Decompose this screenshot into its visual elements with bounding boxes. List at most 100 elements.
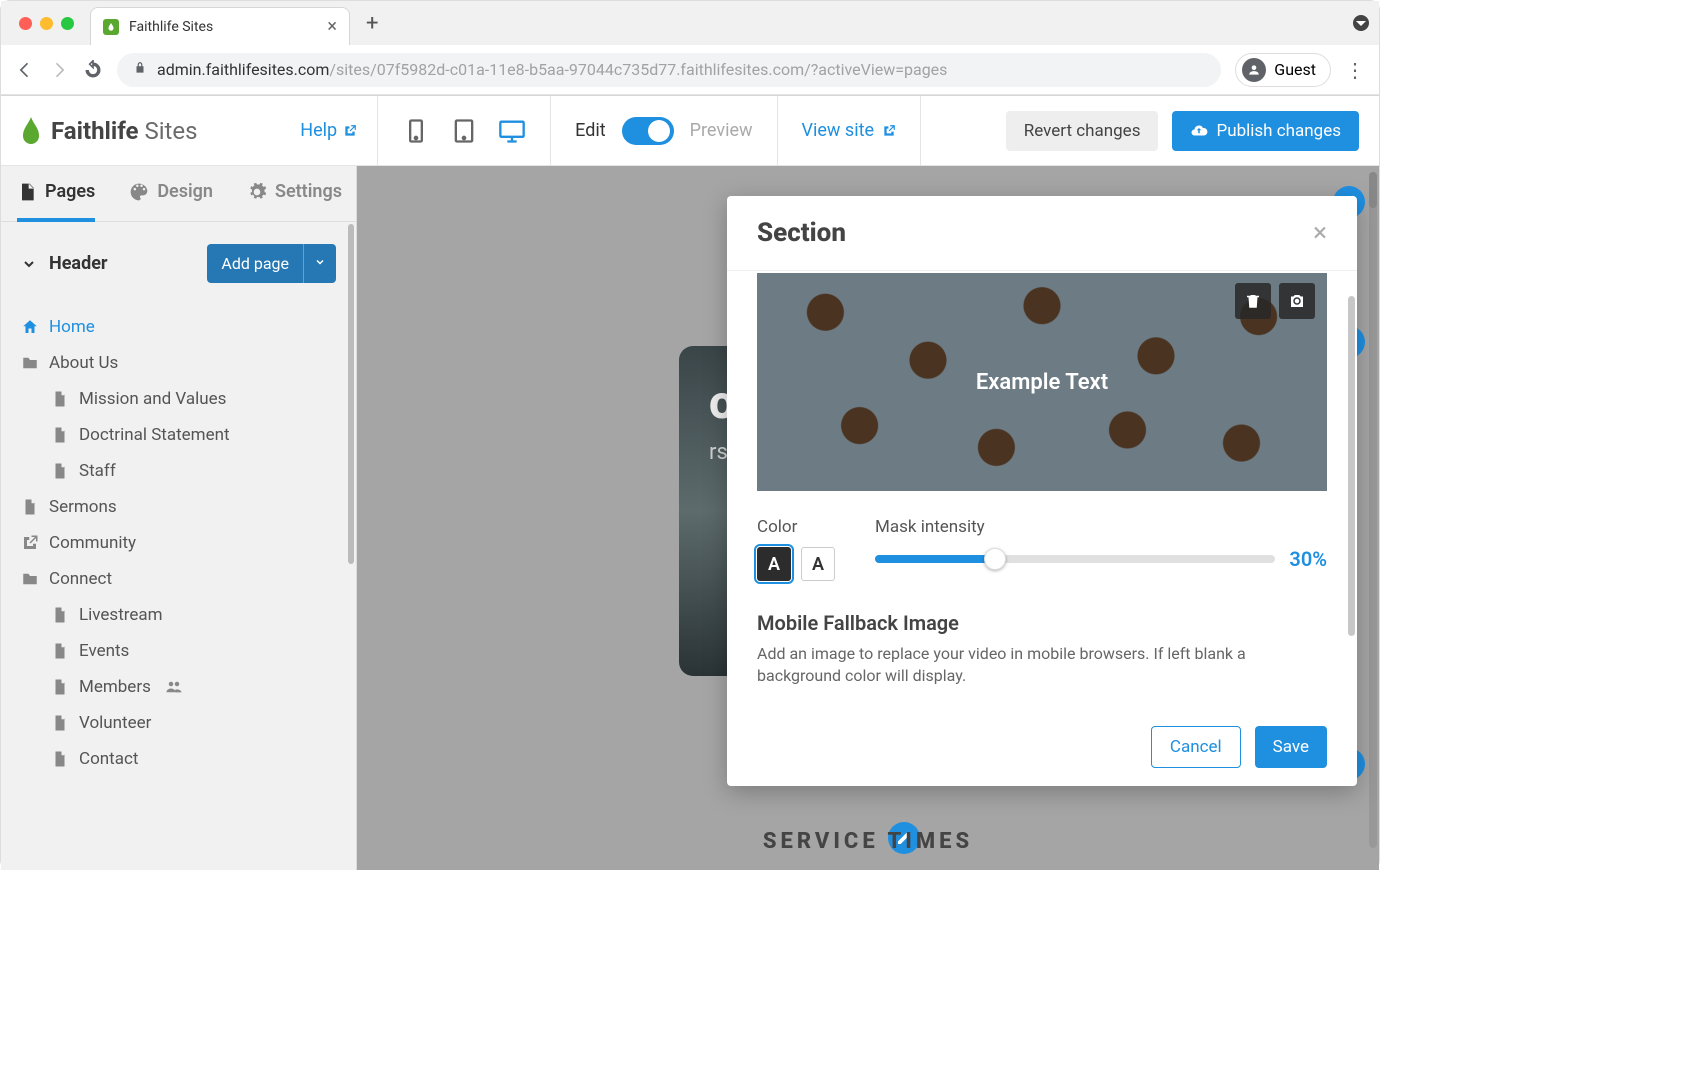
- page-tree-item[interactable]: Staff: [1, 453, 356, 489]
- avatar-icon: [1242, 58, 1266, 82]
- page-tree-label: Connect: [49, 569, 112, 589]
- mask-intensity-control: Mask intensity 30%: [875, 517, 1327, 581]
- preview-mode-label: Preview: [690, 120, 753, 141]
- page-tree-item[interactable]: Contact: [1, 741, 356, 777]
- change-image-button[interactable]: [1279, 283, 1315, 319]
- slider-thumb[interactable]: [984, 548, 1006, 570]
- fallback-title: Mobile Fallback Image: [757, 611, 1327, 635]
- cloud-upload-icon: [1190, 122, 1208, 140]
- canvas-scrollbar[interactable]: [1369, 172, 1377, 848]
- page-tree-label: Members: [79, 677, 151, 697]
- cancel-button[interactable]: Cancel: [1151, 726, 1241, 768]
- page-tree-label: Volunteer: [79, 713, 151, 733]
- file-icon: [51, 678, 69, 696]
- modal-close-button[interactable]: ×: [1313, 218, 1327, 248]
- save-button[interactable]: Save: [1255, 726, 1327, 768]
- browser-menu-button[interactable]: ⋮: [1345, 58, 1365, 82]
- file-icon: [51, 390, 69, 408]
- back-button[interactable]: [15, 60, 35, 80]
- page-tree-item[interactable]: Mission and Values: [1, 381, 356, 417]
- browser-chrome: Faithlife Sites × + admin.faithlifesites…: [1, 1, 1379, 96]
- external-link-icon: [882, 124, 896, 138]
- revert-button[interactable]: Revert changes: [1006, 111, 1159, 151]
- maximize-window-icon[interactable]: [61, 17, 74, 30]
- example-text: Example Text: [976, 370, 1108, 395]
- page-tree-item[interactable]: Volunteer: [1, 705, 356, 741]
- tablet-preview-button[interactable]: [450, 117, 478, 145]
- external-link-icon: [343, 124, 357, 138]
- add-page-button[interactable]: Add page: [207, 244, 303, 283]
- page-tree-label: About Us: [49, 353, 118, 373]
- page-tree-label: Staff: [79, 461, 116, 481]
- page-tree: Home About Us Mission and Values Doctrinal …: [1, 305, 356, 781]
- url-text: admin.faithlifesites.com/sites/07f5982d-…: [157, 60, 947, 79]
- profile-button[interactable]: Guest: [1235, 53, 1331, 87]
- add-page-dropdown[interactable]: [303, 244, 336, 283]
- modal-title: Section: [757, 218, 846, 248]
- desktop-preview-button[interactable]: [498, 117, 526, 145]
- tab-close-icon[interactable]: ×: [327, 16, 337, 37]
- page-tree-label: Community: [49, 533, 136, 553]
- sidebar-scrollbar[interactable]: [348, 224, 354, 564]
- device-preview-group: [378, 117, 550, 145]
- page-tree-item[interactable]: Sermons: [1, 489, 356, 525]
- file-icon: [51, 606, 69, 624]
- mode-toggle[interactable]: [622, 117, 674, 145]
- service-times-heading: SERVICE TIMES: [763, 829, 973, 854]
- fallback-description: Add an image to replace your video in mo…: [757, 643, 1327, 688]
- incognito-indicator-icon[interactable]: [1353, 15, 1369, 31]
- file-icon: [51, 426, 69, 444]
- help-link[interactable]: Help: [280, 120, 377, 141]
- page-tree-item[interactable]: Livestream: [1, 597, 356, 633]
- profile-label: Guest: [1274, 60, 1316, 79]
- mask-slider[interactable]: [875, 555, 1275, 563]
- modal-scrollbar[interactable]: [1348, 296, 1355, 636]
- lock-icon: [133, 60, 147, 79]
- page-tree-item[interactable]: Members: [1, 669, 356, 705]
- close-window-icon[interactable]: [19, 17, 32, 30]
- mask-label: Mask intensity: [875, 517, 1327, 537]
- reload-button[interactable]: [83, 60, 103, 80]
- sidebar-header[interactable]: Header Add page: [1, 222, 356, 305]
- sidebar: Pages Design Settings Header Add page Ho…: [1, 166, 357, 870]
- tab-title: Faithlife Sites: [129, 19, 317, 35]
- section-preview: Example Text: [757, 273, 1327, 491]
- delete-image-button[interactable]: [1235, 283, 1271, 319]
- tab-strip: Faithlife Sites × +: [1, 1, 1379, 45]
- page-tree-label: Sermons: [49, 497, 117, 517]
- sidebar-tab-design[interactable]: Design: [129, 166, 213, 222]
- page-tree-label: Contact: [79, 749, 138, 769]
- mask-value: 30%: [1289, 547, 1327, 571]
- page-tree-label: Home: [49, 317, 95, 337]
- browser-tab[interactable]: Faithlife Sites ×: [90, 7, 350, 45]
- color-swatch-dark[interactable]: A: [757, 547, 791, 581]
- sidebar-tabs: Pages Design Settings: [1, 166, 356, 222]
- color-label: Color: [757, 517, 835, 537]
- url-field[interactable]: admin.faithlifesites.com/sites/07f5982d-…: [117, 53, 1221, 87]
- publish-button[interactable]: Publish changes: [1172, 111, 1359, 151]
- color-swatch-light[interactable]: A: [801, 547, 835, 581]
- page-tree-label: Events: [79, 641, 129, 661]
- view-site-link[interactable]: View site: [778, 120, 920, 141]
- page-tree-label: Mission and Values: [79, 389, 226, 409]
- page-tree-item[interactable]: Home: [1, 309, 356, 345]
- people-icon: [165, 678, 183, 696]
- mobile-preview-button[interactable]: [402, 117, 430, 145]
- address-bar: admin.faithlifesites.com/sites/07f5982d-…: [1, 45, 1379, 95]
- sidebar-tab-pages[interactable]: Pages: [17, 166, 95, 222]
- edit-preview-toggle: Edit Preview: [551, 117, 776, 145]
- sidebar-tab-settings[interactable]: Settings: [247, 166, 342, 222]
- page-tree-item[interactable]: Connect: [1, 561, 356, 597]
- page-tree-item[interactable]: Community: [1, 525, 356, 561]
- page-tree-label: Livestream: [79, 605, 163, 625]
- page-tree-item[interactable]: Events: [1, 633, 356, 669]
- edit-mode-label: Edit: [575, 120, 605, 141]
- file-icon: [51, 642, 69, 660]
- brand-logo: Faithlife Sites: [1, 117, 216, 145]
- new-tab-button[interactable]: +: [360, 11, 384, 36]
- chevron-down-icon: [314, 256, 326, 268]
- minimize-window-icon[interactable]: [40, 17, 53, 30]
- forward-button: [49, 60, 69, 80]
- page-tree-item[interactable]: About Us: [1, 345, 356, 381]
- page-tree-item[interactable]: Doctrinal Statement: [1, 417, 356, 453]
